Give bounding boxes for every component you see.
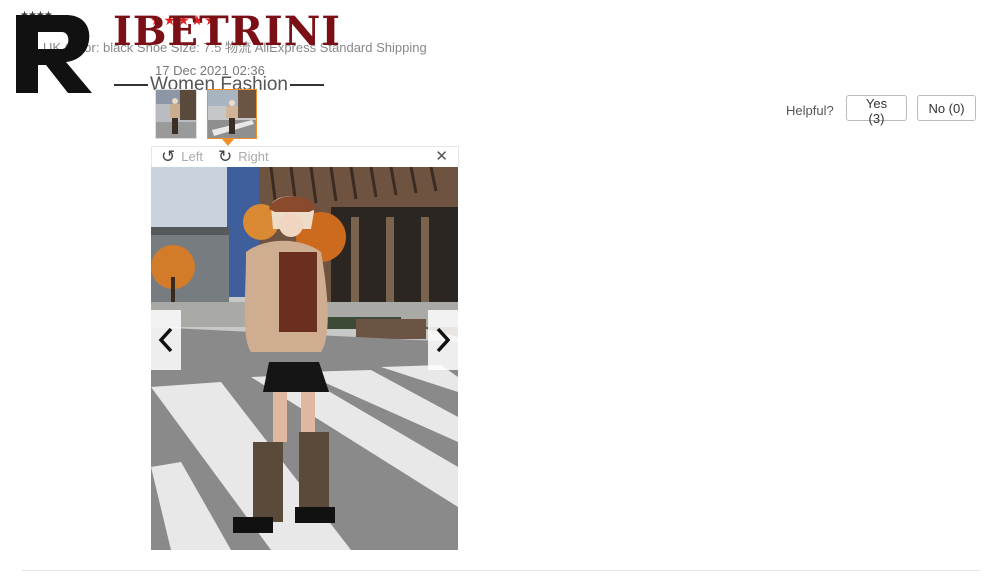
- rotate-left-button[interactable]: ↺ Left: [161, 146, 203, 166]
- thumbnail-photo: [208, 90, 256, 138]
- rotate-right-label: Right: [238, 149, 269, 164]
- review-divider: [22, 570, 980, 571]
- chevron-left-icon: [158, 327, 173, 353]
- helpful-yes-button[interactable]: Yes (3): [846, 95, 907, 126]
- tagline-dash-left: [114, 84, 148, 86]
- review-photo: [151, 167, 458, 550]
- previous-image-button[interactable]: [151, 310, 181, 370]
- brand-name: IBETRINI: [113, 8, 341, 55]
- review-thumbnail-2-selected[interactable]: [207, 89, 257, 139]
- helpful-no-button[interactable]: No (0): [917, 95, 976, 121]
- review-thumbnail-1[interactable]: [155, 89, 197, 139]
- rotate-left-label: Left: [181, 149, 203, 164]
- helpful-label: Helpful?: [786, 103, 834, 118]
- chevron-right-icon: [436, 327, 451, 353]
- next-image-button[interactable]: [428, 310, 458, 370]
- review-photo-large: [151, 167, 458, 550]
- brand-logo-r-icon: [16, 15, 92, 93]
- thumbnail-photo: [156, 90, 196, 138]
- rotate-left-icon: ↺: [161, 146, 176, 166]
- selected-thumbnail-pointer: [222, 139, 234, 146]
- rotate-right-icon: ↻: [218, 146, 233, 166]
- image-viewer-toolbar: ↺ Left ↻ Right ✕: [151, 146, 459, 167]
- tagline-dash-right: [290, 84, 324, 86]
- rotate-right-button[interactable]: ↻ Right: [218, 146, 269, 166]
- close-icon[interactable]: ✕: [435, 147, 448, 165]
